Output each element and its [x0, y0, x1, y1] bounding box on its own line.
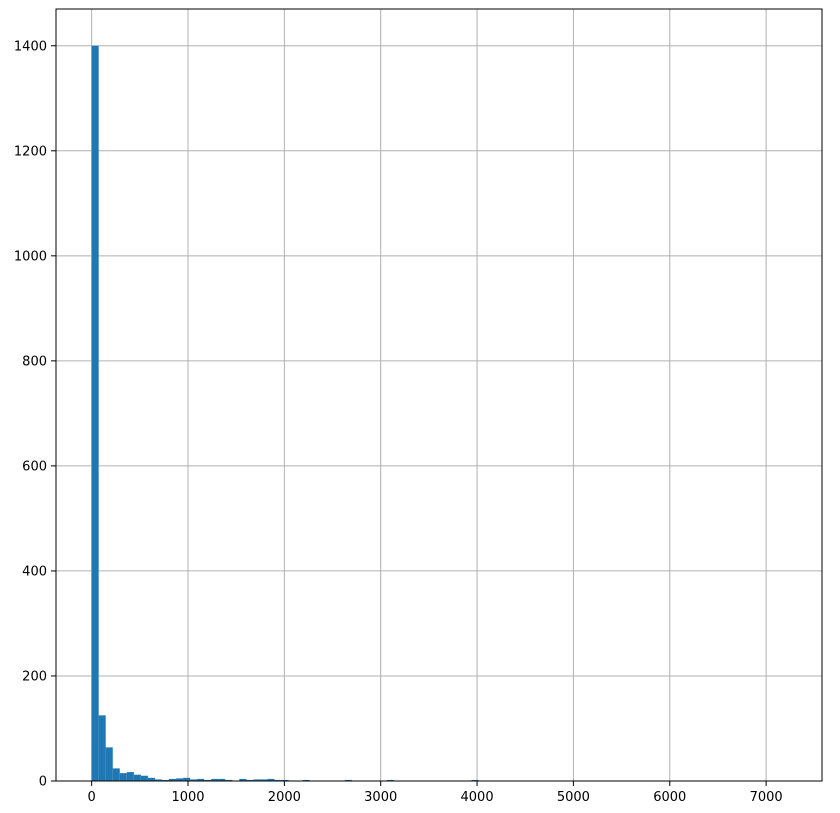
histogram-bar — [98, 715, 106, 781]
histogram-bar — [140, 775, 148, 781]
histogram-bar — [126, 772, 134, 781]
histogram-bar — [91, 45, 99, 782]
y-axis-ticks: 0 200 400 600 800 1000 1200 1400 — [14, 39, 56, 790]
y-tick-label: 1400 — [14, 39, 47, 54]
histogram-chart: 0 1000 2000 3000 4000 5000 6000 7000 0 200 400 600… — [14, 8, 823, 805]
x-tick-label: 0 — [88, 790, 96, 805]
y-tick-label: 200 — [22, 669, 47, 684]
y-tick-label: 800 — [22, 354, 47, 369]
x-tick-label: 7000 — [750, 790, 783, 805]
y-tick-label: 400 — [22, 564, 47, 579]
y-tick-label: 1000 — [14, 249, 47, 264]
x-tick-label: 5000 — [557, 790, 590, 805]
y-tick-label: 0 — [39, 775, 47, 790]
x-tick-label: 2000 — [268, 790, 301, 805]
x-tick-label: 6000 — [653, 790, 686, 805]
histogram-bar — [105, 747, 113, 781]
x-tick-label: 1000 — [171, 790, 204, 805]
histogram-bar — [112, 768, 120, 781]
plot-frame — [55, 8, 823, 782]
x-tick-label: 3000 — [364, 790, 397, 805]
histogram-bar — [133, 774, 141, 781]
grid-lines — [56, 9, 822, 782]
x-axis-ticks: 0 1000 2000 3000 4000 5000 6000 7000 — [88, 781, 783, 805]
y-tick-label: 1200 — [14, 144, 47, 159]
histogram-bars — [91, 45, 479, 782]
histogram-bar — [119, 773, 127, 781]
x-tick-label: 4000 — [461, 790, 494, 805]
y-tick-label: 600 — [22, 459, 47, 474]
